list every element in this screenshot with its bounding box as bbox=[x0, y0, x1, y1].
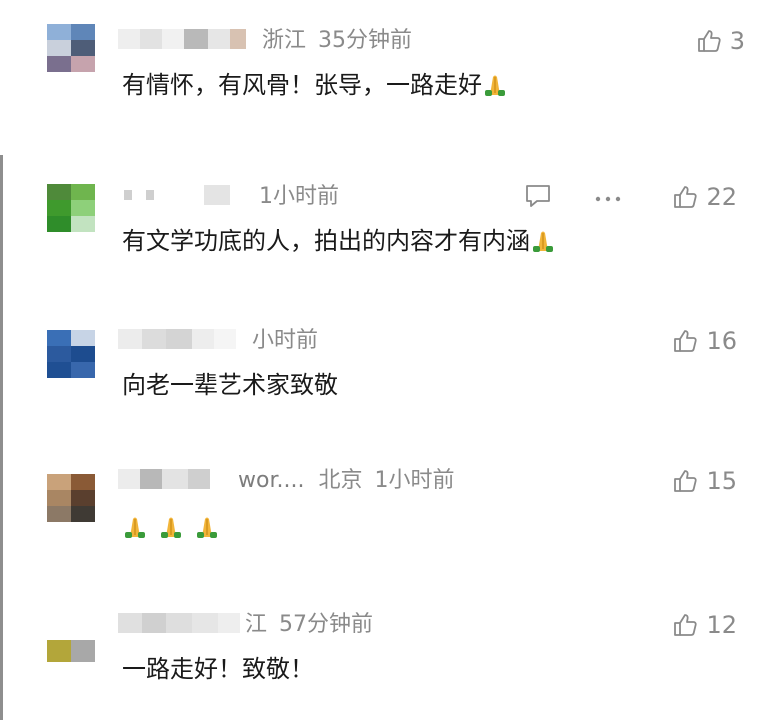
username-blurred[interactable] bbox=[118, 28, 246, 50]
comment-text-content: 有文学功底的人，拍出的内容才有内涵 bbox=[122, 227, 530, 255]
comment-time: 35分钟前 bbox=[318, 28, 413, 53]
more-dots-icon bbox=[593, 189, 623, 208]
like-count: 15 bbox=[706, 467, 737, 495]
comment-meta: 小时前 bbox=[252, 326, 318, 356]
avatar[interactable] bbox=[47, 330, 95, 378]
comment-bubble-icon bbox=[524, 183, 552, 213]
like-button[interactable]: 16 bbox=[672, 326, 737, 356]
like-button[interactable]: 3 bbox=[696, 26, 745, 56]
comment-meta: wor.... 北京 1小时前 bbox=[238, 466, 454, 496]
comment-text: 有文学功底的人，拍出的内容才有内涵 bbox=[122, 224, 556, 258]
like-count: 3 bbox=[729, 27, 745, 55]
reply-button[interactable] bbox=[522, 184, 554, 212]
comment-meta: 江 57分钟前 bbox=[245, 610, 373, 640]
like-button[interactable]: 15 bbox=[672, 466, 737, 496]
comment-text bbox=[122, 510, 220, 544]
comment-item: wor.... 北京 1小时前 15 bbox=[0, 462, 765, 562]
comment-text-content: 向老一辈艺术家致敬 bbox=[122, 371, 338, 399]
folded-hands-emoji bbox=[194, 513, 220, 539]
avatar[interactable] bbox=[47, 474, 95, 522]
avatar[interactable] bbox=[47, 618, 95, 662]
comment-item: 小时前 16 向老一辈艺术家致敬 bbox=[0, 322, 765, 422]
comment-text-content: 有情怀，有风骨！张导，一路走好 bbox=[122, 71, 482, 99]
comment-text: 一路走好！致敬！ bbox=[122, 652, 314, 686]
username-partial[interactable]: wor.... bbox=[238, 468, 304, 493]
comment-meta: 浙江 35分钟前 bbox=[262, 26, 412, 56]
comment-time: 小时前 bbox=[252, 328, 319, 353]
avatar[interactable] bbox=[47, 184, 95, 232]
comment-location: 浙江 bbox=[262, 28, 307, 53]
username-blurred[interactable] bbox=[118, 328, 236, 350]
more-button[interactable] bbox=[592, 184, 624, 212]
username-blurred[interactable] bbox=[118, 468, 238, 490]
comment-text: 向老一辈艺术家致敬 bbox=[122, 368, 338, 402]
folded-hands-emoji bbox=[530, 227, 556, 253]
comment-item: 江 57分钟前 12 一路走好！致敬！ bbox=[0, 606, 765, 706]
comment-meta: 1小时前 bbox=[259, 182, 339, 212]
avatar[interactable] bbox=[47, 24, 95, 72]
thumbs-up-icon bbox=[672, 468, 698, 494]
thumbs-up-icon bbox=[696, 28, 722, 54]
comment-item: 1小时前 22 有文学功底的人，拍出的内容才有内涵 bbox=[0, 178, 765, 278]
username-blurred[interactable] bbox=[124, 184, 230, 206]
folded-hands-emoji bbox=[482, 71, 508, 97]
comment-text: 有情怀，有风骨！张导，一路走好 bbox=[122, 68, 508, 102]
comment-item: 浙江 35分钟前 3 有情怀，有风骨！张导，一路走好 bbox=[0, 22, 765, 122]
comment-time: 57分钟前 bbox=[279, 612, 374, 637]
thumbs-up-icon bbox=[672, 612, 698, 638]
comment-text-content: 一路走好！致敬！ bbox=[122, 655, 314, 683]
like-count: 12 bbox=[706, 611, 737, 639]
comment-time: 1小时前 bbox=[259, 184, 339, 209]
comment-location: 北京 bbox=[318, 468, 363, 493]
like-count: 22 bbox=[706, 183, 737, 211]
comment-time: 1小时前 bbox=[374, 468, 455, 493]
comment-location: 江 bbox=[245, 612, 268, 637]
like-count: 16 bbox=[706, 327, 737, 355]
username-blurred[interactable] bbox=[118, 612, 240, 634]
folded-hands-emoji bbox=[158, 513, 184, 539]
thumbs-up-icon bbox=[672, 184, 698, 210]
thumbs-up-icon bbox=[672, 328, 698, 354]
like-button[interactable]: 22 bbox=[672, 182, 737, 212]
folded-hands-emoji bbox=[122, 513, 148, 539]
like-button[interactable]: 12 bbox=[672, 610, 737, 640]
